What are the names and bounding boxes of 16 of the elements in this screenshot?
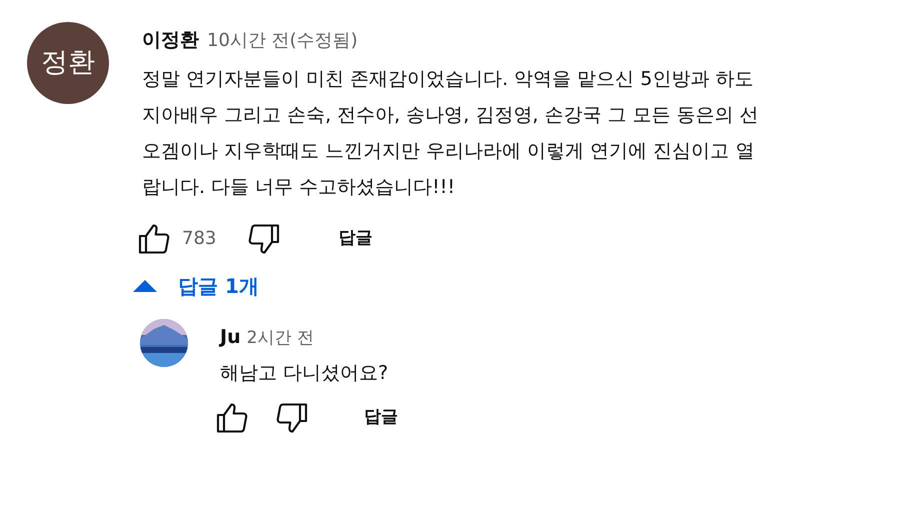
- reply-button[interactable]: 답글: [330, 222, 380, 256]
- comment-text-line: 오겜이나 지우학때도 느낀거지만 우리나라에 이렇게 연기에 진심이고 열: [142, 138, 756, 164]
- comment-text-line: 랍니다. 다들 너무 수고하셨습니다!!!: [142, 174, 456, 200]
- like-count: 783: [182, 227, 216, 251]
- author-name[interactable]: Ju: [220, 322, 241, 351]
- timestamp: 10시간 전(수정됨): [207, 29, 358, 53]
- avatar-landscape-icon[interactable]: [140, 318, 188, 366]
- author-name[interactable]: 이정환: [142, 26, 199, 54]
- timestamp: 2시간 전: [246, 326, 314, 350]
- replies-toggle[interactable]: 답글 1개: [132, 270, 259, 300]
- collapse-triangle-icon: [132, 278, 158, 292]
- reply-text: 해남고 다니셨어요?: [220, 361, 390, 386]
- reply-button[interactable]: 답글: [356, 400, 406, 434]
- comment-text-line: 지아배우 그리고 손숙, 전수아, 송나영, 김정영, 손강국 그 모든 동은의 선: [142, 102, 759, 128]
- avatar[interactable]: 정환: [27, 22, 109, 104]
- comment-text-line: 정말 연기자분들이 미친 존재감이었습니다. 악역을 맡으신 5인방과 하도: [142, 66, 754, 92]
